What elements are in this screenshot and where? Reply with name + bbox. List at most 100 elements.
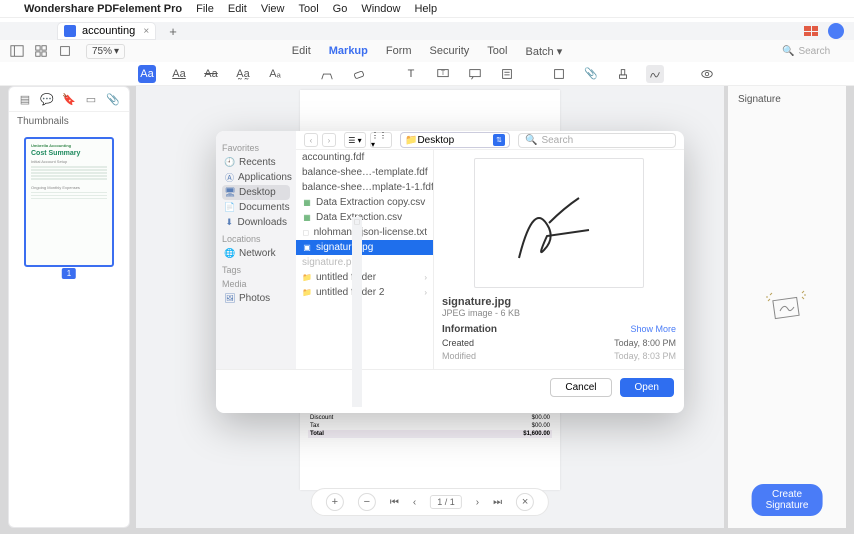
folder-icon: 📁 [302,273,312,282]
nav-back-icon[interactable]: ‹ [304,133,318,147]
modified-label: Modified [442,351,476,361]
fields-icon[interactable]: ▭ [85,93,97,105]
bookmark-icon[interactable]: 🔖 [63,93,75,105]
menu-tool[interactable]: Tool [298,3,318,15]
highlight-tool-icon[interactable]: Aa [138,65,156,83]
file-row[interactable]: 📁untitled folder 2› [296,285,433,300]
tab-batch[interactable]: Batch ▾ [525,45,562,58]
apps-icon[interactable] [804,26,818,36]
hide-annotations-icon[interactable] [698,65,716,83]
preview-filetype: JPEG image - 6 KB [442,308,676,318]
menu-go[interactable]: Go [333,3,348,15]
open-button[interactable]: Open [620,378,674,397]
location-name: Desktop [417,135,454,146]
first-page-icon[interactable]: ⏮ [390,497,399,508]
tab-security[interactable]: Security [430,45,470,58]
nav-forward-icon[interactable]: › [322,133,336,147]
file-row[interactable]: ▦Data Extraction.csv [296,210,433,225]
menu-view[interactable]: View [261,3,285,15]
hand-tool-icon[interactable] [34,44,48,58]
create-signature-button[interactable]: Create Signature [752,484,823,516]
view-columns-icon[interactable]: ☰ ▾ [344,132,366,148]
last-page-icon[interactable]: ⏭ [493,497,502,508]
tab-markup[interactable]: Markup [329,45,368,58]
dialog-search[interactable]: 🔍 Search [518,133,676,148]
sidebar-toggle-icon[interactable] [10,44,24,58]
squiggly-tool-icon[interactable]: A̰a̰ [234,65,252,83]
callout-tool-icon[interactable]: T [434,65,452,83]
close-tab-icon[interactable]: × [143,26,149,37]
chevron-updown-icon: ⇅ [493,134,505,146]
textbox-tool-icon[interactable]: T [402,65,420,83]
csv-icon: ▦ [302,198,312,207]
tab-title: accounting [82,25,135,37]
search-icon: 🔍 [782,46,794,57]
file-row[interactable]: ▦Data Extraction copy.csv [296,195,433,210]
attachment-tool-icon[interactable]: 📎 [582,65,600,83]
tab-edit[interactable]: Edit [292,45,311,58]
search-box[interactable]: 🔍 Search [774,44,844,59]
apps-folder-icon: Ⓐ [225,173,234,183]
dialog-search-placeholder: Search [541,135,573,146]
thumbnails-label: Thumbnails [9,112,129,131]
shape-tool-icon[interactable] [550,65,568,83]
thumb-title: Cost Summary [31,150,107,157]
menu-file[interactable]: File [196,3,214,15]
file-row[interactable]: ◻nlohmann-json-license.txt [296,225,433,240]
sticky-note-icon[interactable] [498,65,516,83]
file-row[interactable]: ◻balance-shee…mplate-1-1.fdf [296,180,433,195]
menu-edit[interactable]: Edit [228,3,247,15]
show-more-link[interactable]: Show More [630,324,676,335]
app-name[interactable]: Wondershare PDFelement Pro [24,3,182,15]
sidebar-documents[interactable]: 📄Documents [222,200,290,215]
select-tool-icon[interactable] [58,44,72,58]
tab-form[interactable]: Form [386,45,412,58]
pdf-icon [64,25,76,37]
prev-page-icon[interactable]: ‹ [413,497,416,508]
stamp-tool-icon[interactable] [614,65,632,83]
menu-help[interactable]: Help [414,3,437,15]
new-tab-button[interactable]: + [169,24,177,39]
zoom-out-icon[interactable]: − [358,493,376,511]
file-row-selected[interactable]: ▣signature.jpg [296,240,433,255]
underline-tool-icon[interactable]: Aa [170,65,188,83]
comments-icon[interactable]: 💬 [41,93,53,105]
strikethrough-tool-icon[interactable]: Aa [202,65,220,83]
pencil-tool-icon[interactable] [318,65,336,83]
zoom-select[interactable]: 75% ▾ [86,44,125,59]
page-current[interactable]: 1 [437,497,442,507]
user-avatar[interactable] [828,23,844,39]
file-row[interactable]: ◻accounting.fdf [296,150,433,165]
document-tab[interactable]: accounting × [58,23,155,39]
search-placeholder: Search [798,46,830,57]
csv-icon: ▦ [302,213,312,222]
page-thumbnail[interactable]: Umbrella Accounting Cost Summary Initial… [24,137,114,267]
file-row[interactable]: ◻balance-shee…-template.fdf [296,165,433,180]
image-icon: ▣ [302,243,312,252]
location-dropdown[interactable]: 📁 Desktop ⇅ [400,132,510,148]
attachments-icon[interactable]: 📎 [107,93,119,105]
close-pager-icon[interactable]: × [516,493,534,511]
sidebar-downloads[interactable]: ⬇Downloads [222,215,290,230]
note-tool-icon[interactable] [466,65,484,83]
signature-tool-icon[interactable] [646,65,664,83]
cancel-button[interactable]: Cancel [550,378,611,397]
sidebar-network[interactable]: 🌐Network [222,246,290,261]
thumbnails-icon[interactable]: ▤ [19,93,31,105]
eraser-tool-icon[interactable] [350,65,368,83]
caret-tool-icon[interactable]: Aₐ [266,65,284,83]
zoom-in-icon[interactable]: + [326,493,344,511]
file-list[interactable]: ◻accounting.fdf ◻balance-shee…-template.… [296,150,434,369]
next-page-icon[interactable]: › [476,497,479,508]
menu-window[interactable]: Window [361,3,400,15]
view-options-icon[interactable]: ⋮⋮ ▾ [370,132,392,148]
file-row[interactable]: 📁untitled folder› [296,270,433,285]
sidebar-desktop[interactable]: 🖥Desktop [222,185,290,200]
sidebar-applications[interactable]: ⒶApplications [222,170,290,185]
sidebar-photos[interactable]: 🖼Photos [222,291,290,306]
file-row[interactable]: ◻signature.pdf [296,255,433,270]
main-tabs: Edit Markup Form Security Tool Batch ▾ [292,45,562,58]
chevron-right-icon: › [424,273,427,282]
tab-tool[interactable]: Tool [487,45,507,58]
sidebar-recents[interactable]: 🕘Recents [222,155,290,170]
